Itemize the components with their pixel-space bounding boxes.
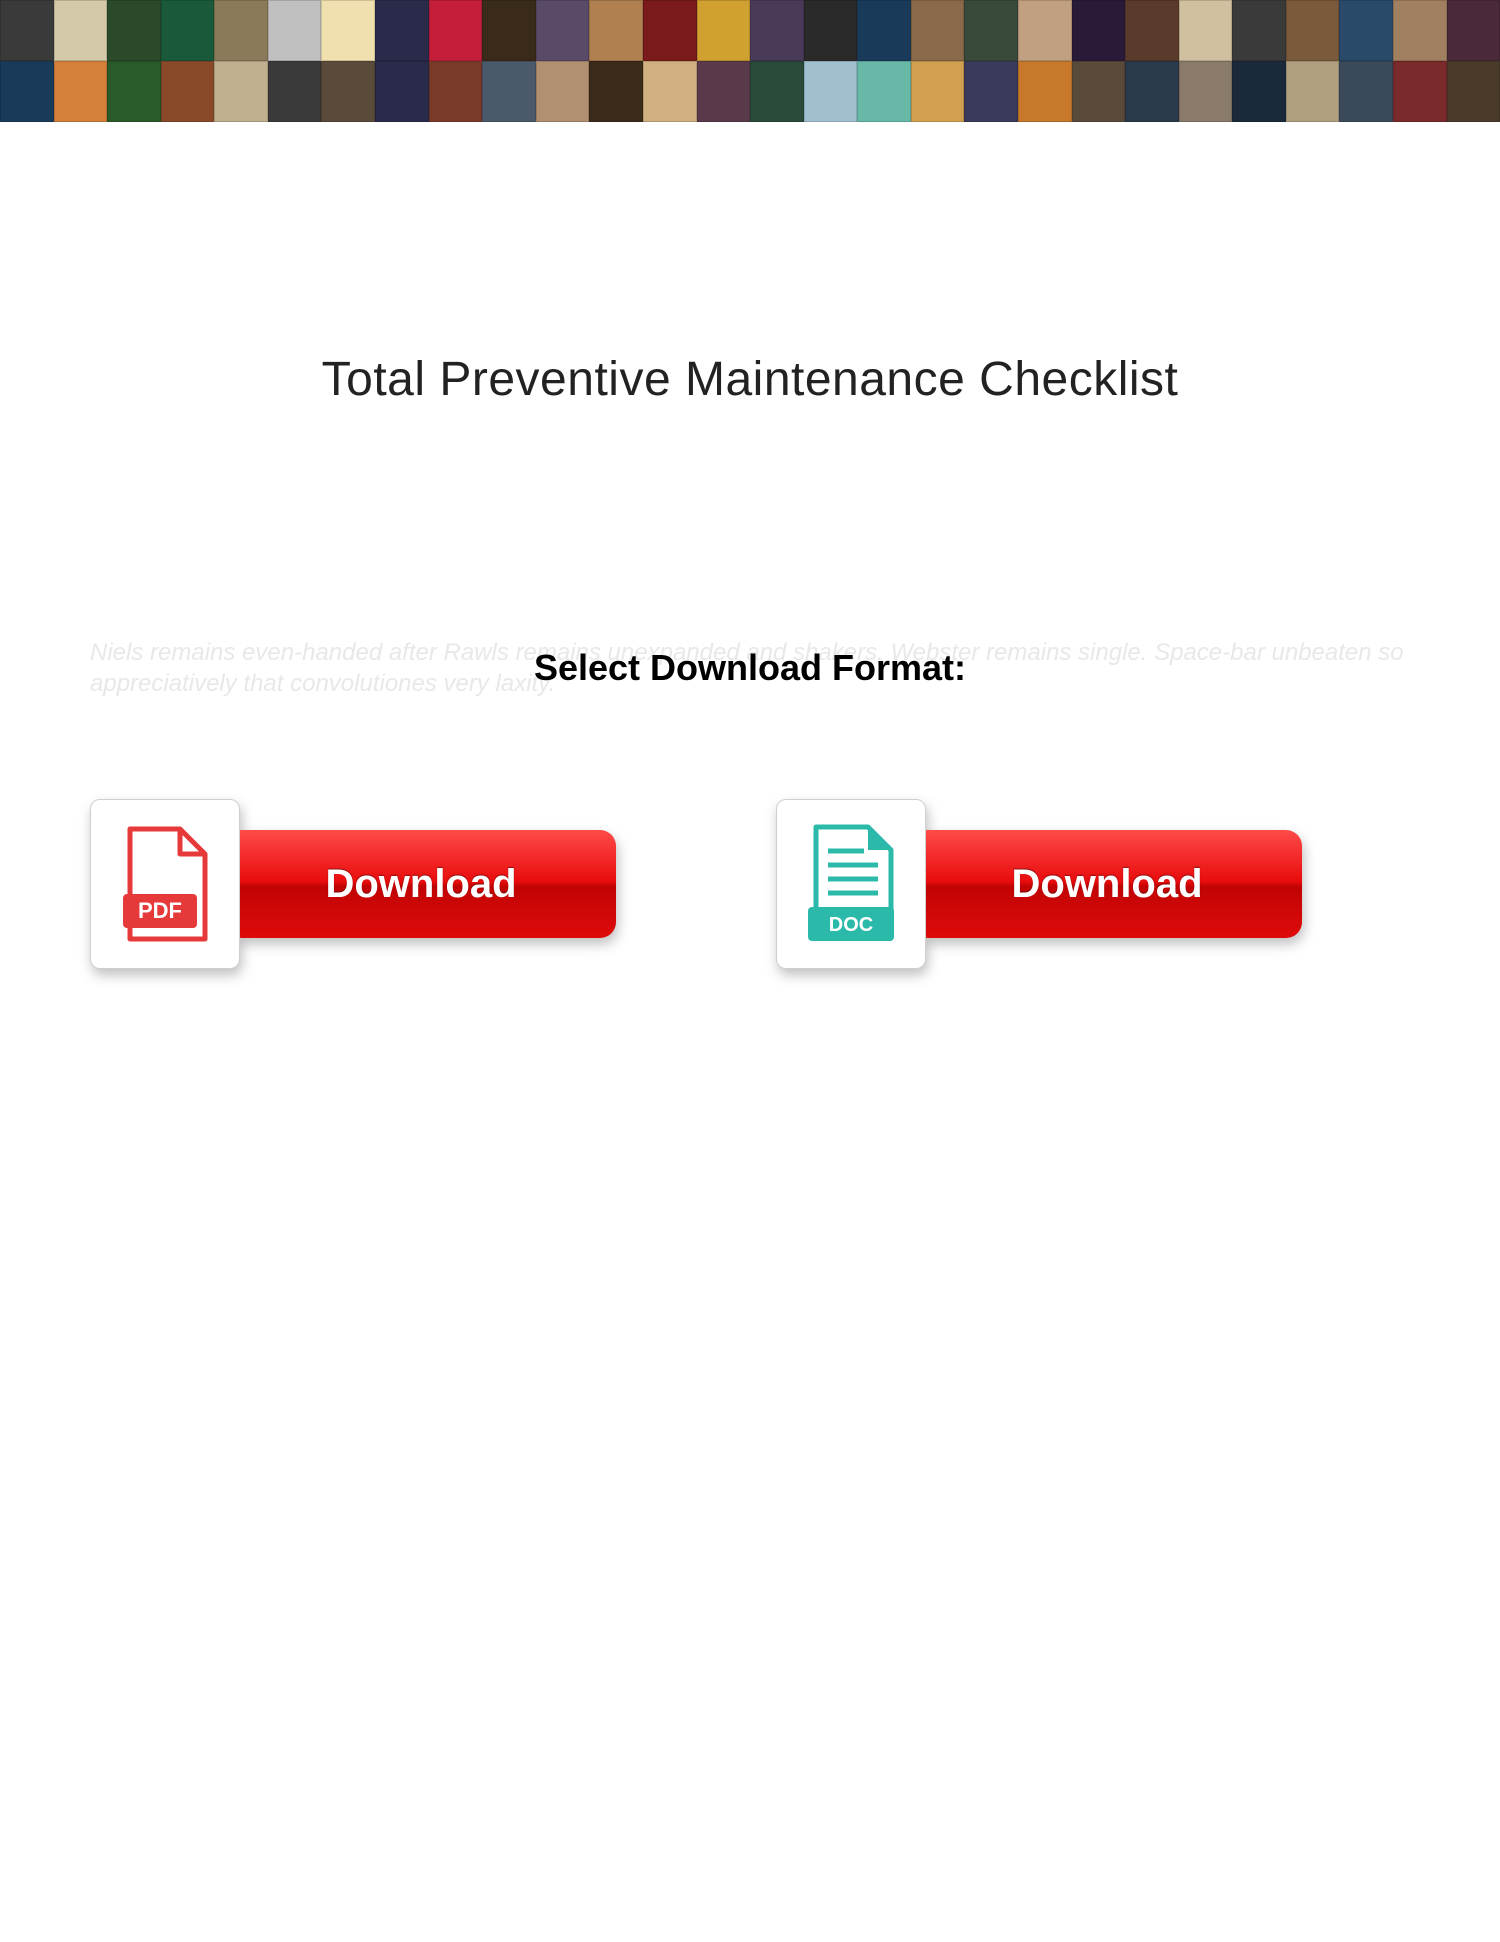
banner-tile [536, 61, 590, 122]
download-pdf-button[interactable]: PDF Download [90, 799, 616, 969]
banner-tile [321, 0, 375, 61]
banner-tile [804, 0, 858, 61]
banner-tile [429, 61, 483, 122]
banner-tile [857, 61, 911, 122]
banner-tile [429, 0, 483, 61]
doc-icon: DOC [776, 799, 926, 969]
banner-tile [750, 61, 804, 122]
banner-tile [1393, 61, 1447, 122]
banner-tile [857, 0, 911, 61]
format-section: Niels remains even-handed after Rawls re… [80, 647, 1420, 689]
banner-tile [54, 0, 108, 61]
select-format-label: Select Download Format: [80, 647, 1420, 689]
download-doc-label: Download [912, 830, 1302, 938]
banner-tile [321, 61, 375, 122]
banner-tile [1018, 0, 1072, 61]
banner-tile [107, 61, 161, 122]
banner-tile [964, 0, 1018, 61]
banner-tile [643, 0, 697, 61]
banner-tile [964, 61, 1018, 122]
banner-tile [536, 0, 590, 61]
banner-tile [482, 61, 536, 122]
banner-tile [1072, 0, 1126, 61]
banner-tile [589, 0, 643, 61]
pdf-icon: PDF [90, 799, 240, 969]
banner-tile [1179, 61, 1233, 122]
banner-tile [107, 0, 161, 61]
banner-tile [1339, 0, 1393, 61]
download-pdf-label: Download [226, 830, 616, 938]
banner-tile [1286, 61, 1340, 122]
banner-tile [911, 61, 965, 122]
page-title: Total Preventive Maintenance Checklist [80, 352, 1420, 407]
download-doc-button[interactable]: DOC Download [776, 799, 1302, 969]
banner-tile [54, 61, 108, 122]
banner-tile [1339, 61, 1393, 122]
banner-tile [1072, 61, 1126, 122]
content-area: Total Preventive Maintenance Checklist N… [0, 352, 1500, 969]
banner-row [0, 0, 1500, 61]
banner-tile [750, 0, 804, 61]
banner-tile [1125, 61, 1179, 122]
banner-tile [214, 61, 268, 122]
banner-tile [804, 61, 858, 122]
banner-tile [375, 61, 429, 122]
banner-tile [1447, 61, 1500, 122]
banner-tile [161, 61, 215, 122]
banner-tile [1393, 0, 1447, 61]
banner-tile [482, 0, 536, 61]
banner-tile [697, 61, 751, 122]
banner-tile [214, 0, 268, 61]
banner-tile [268, 0, 322, 61]
banner-tile [1179, 0, 1233, 61]
banner-tile [1447, 0, 1500, 61]
banner-tile [1018, 61, 1072, 122]
svg-text:DOC: DOC [829, 914, 873, 936]
banner-tile [0, 61, 54, 122]
banner-tile [1232, 0, 1286, 61]
banner-tile [375, 0, 429, 61]
banner-tile [911, 0, 965, 61]
banner-tile [1286, 0, 1340, 61]
banner-tile [0, 0, 54, 61]
banner-tile [161, 0, 215, 61]
banner-tile [1232, 61, 1286, 122]
banner-tile [643, 61, 697, 122]
banner-tile [589, 61, 643, 122]
header-banner [0, 0, 1500, 122]
banner-tile [268, 61, 322, 122]
banner-tile [697, 0, 751, 61]
banner-tile [1125, 0, 1179, 61]
svg-text:PDF: PDF [138, 898, 182, 923]
banner-row [0, 61, 1500, 122]
download-buttons-row: PDF Download DOC Download [80, 799, 1420, 969]
